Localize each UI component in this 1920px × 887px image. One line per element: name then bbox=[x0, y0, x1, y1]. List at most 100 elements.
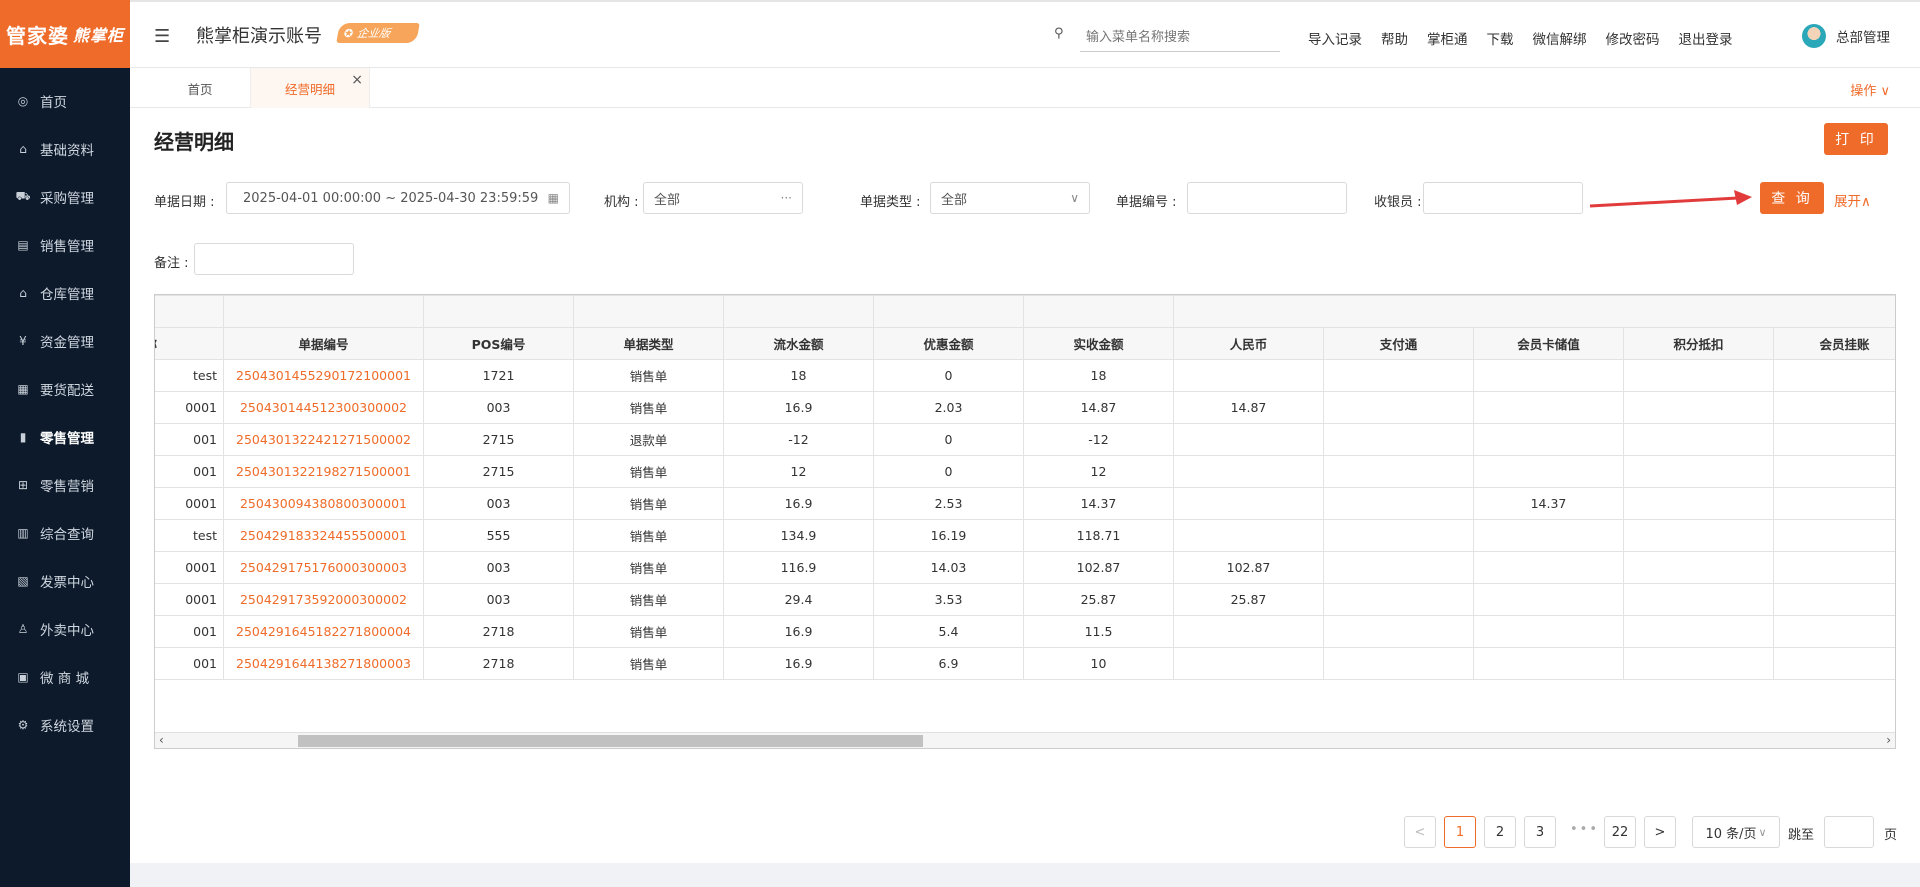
sidebar-item-label: 采购管理 bbox=[40, 191, 94, 207]
table-row[interactable]: 001 2504301322421271500002 2715 退款单 -12 0 -12 bbox=[155, 423, 1895, 456]
close-icon[interactable]: × bbox=[351, 72, 363, 88]
table-cell bbox=[1473, 455, 1624, 488]
pagination-ellipsis[interactable]: ••• bbox=[1570, 822, 1599, 837]
table-cell bbox=[1173, 615, 1324, 648]
column-header[interactable]: POS编号 bbox=[423, 327, 574, 360]
org-select[interactable]: 全部 ··· bbox=[643, 182, 803, 214]
user-menu[interactable]: 总部管理 bbox=[1802, 24, 1890, 48]
top-link-4[interactable]: 微信解绑 bbox=[1533, 28, 1587, 48]
more-icon[interactable]: ··· bbox=[781, 191, 792, 205]
search-icon[interactable]: ⚲ bbox=[1054, 26, 1064, 41]
sidebar-item-11[interactable]: ♙ 外卖中心 bbox=[0, 605, 130, 653]
page-size-select[interactable]: 10 条/页 ∨ bbox=[1692, 816, 1780, 848]
sidebar-item-12[interactable]: ▣ 微 商 城 bbox=[0, 653, 130, 701]
next-page-button[interactable]: > bbox=[1644, 816, 1676, 848]
table-cell: 25.87 bbox=[1173, 583, 1324, 616]
sidebar-item-10[interactable]: ▧ 发票中心 bbox=[0, 557, 130, 605]
column-header[interactable]: 支付通 bbox=[1323, 327, 1474, 360]
brand-main: 管家婆 bbox=[5, 23, 69, 48]
sidebar-item-0[interactable]: ◎ 首页 bbox=[0, 77, 130, 125]
sidebar-item-8[interactable]: ⊞ 零售营销 bbox=[0, 461, 130, 509]
column-header[interactable]: 单据类型 bbox=[573, 327, 724, 360]
column-header[interactable]: 流水金额 bbox=[723, 327, 874, 360]
top-link-1[interactable]: 帮助 bbox=[1381, 28, 1408, 48]
table-row[interactable]: test 250429183324455500001 555 销售单 134.9 16.1… bbox=[155, 519, 1895, 552]
table-cell bbox=[1772, 391, 1895, 424]
sidebar-item-3[interactable]: ▤ 销售管理 bbox=[0, 221, 130, 269]
scroll-thumb[interactable] bbox=[298, 735, 923, 747]
sidebar-item-7[interactable]: ▮ 零售管理 bbox=[0, 413, 130, 461]
bill-type-select[interactable]: 全部 ∨ bbox=[930, 182, 1090, 214]
scroll-left-icon[interactable]: ‹ bbox=[159, 733, 164, 747]
column-header[interactable]: 会员卡储值 bbox=[1473, 327, 1624, 360]
page-1-button[interactable]: 1 bbox=[1444, 816, 1476, 848]
table-cell bbox=[1323, 583, 1474, 616]
sidebar-item-4[interactable]: ⌂ 仓库管理 bbox=[0, 269, 130, 317]
column-header[interactable]: 单据编号 bbox=[223, 327, 424, 360]
top-link-2[interactable]: 掌柜通 bbox=[1427, 28, 1468, 48]
bill-no-link[interactable]: 250430094380800300001 bbox=[223, 487, 424, 520]
query-button[interactable]: 查 询 bbox=[1760, 182, 1824, 214]
page-2-button[interactable]: 2 bbox=[1484, 816, 1516, 848]
page-last-button[interactable]: 22 bbox=[1604, 816, 1636, 848]
column-header[interactable]: 积分抵扣 bbox=[1623, 327, 1774, 360]
column-header[interactable]: 会员挂账 bbox=[1772, 327, 1895, 360]
table-row[interactable]: 001 2504301322198271500001 2715 销售单 12 0 12 bbox=[155, 455, 1895, 488]
sidebar-item-label: 仓库管理 bbox=[40, 287, 94, 303]
sidebar-item-1[interactable]: ⌂ 基础资料 bbox=[0, 125, 130, 173]
sidebar-item-5[interactable]: ¥ 资金管理 bbox=[0, 317, 130, 365]
top-link-5[interactable]: 修改密码 bbox=[1606, 28, 1660, 48]
bill-no-link[interactable]: 250430144512300300002 bbox=[223, 391, 424, 424]
table-row[interactable]: test 2504301455290172100001 1721 销售单 18 0 18 bbox=[155, 359, 1895, 392]
print-button[interactable]: 打 印 bbox=[1824, 123, 1888, 155]
bill-no-link[interactable]: 2504291644138271800003 bbox=[223, 647, 424, 680]
table-row[interactable]: 0001 250429173592000300002 003 销售单 29.4 3.53 2… bbox=[155, 583, 1895, 616]
prev-page-button[interactable]: < bbox=[1404, 816, 1436, 848]
sidebar-item-13[interactable]: ⚙ 系统设置 bbox=[0, 701, 130, 749]
menu-search-input[interactable] bbox=[1080, 24, 1280, 52]
avatar[interactable] bbox=[1802, 24, 1826, 48]
cashier-input[interactable] bbox=[1423, 182, 1583, 214]
sidebar-item-6[interactable]: ▦ 要货配送 bbox=[0, 365, 130, 413]
tab-home[interactable]: 首页 bbox=[150, 68, 250, 108]
bill-no-link[interactable]: 2504301322421271500002 bbox=[223, 423, 424, 456]
sidebar-item-label: 基础资料 bbox=[40, 143, 94, 159]
table-row[interactable]: 001 2504291645182271800004 2718 销售单 16.9 5.4 1… bbox=[155, 615, 1895, 648]
table-row[interactable]: 0001 250430144512300300002 003 销售单 16.9 2.03 1… bbox=[155, 391, 1895, 424]
table-row[interactable]: 0001 250430094380800300001 003 销售单 16.9 2.53 1… bbox=[155, 487, 1895, 520]
top-link-3[interactable]: 下载 bbox=[1487, 28, 1514, 48]
expand-toggle[interactable]: 展开∧ bbox=[1834, 190, 1871, 210]
table-cell bbox=[1473, 615, 1624, 648]
top-link-6[interactable]: 退出登录 bbox=[1679, 28, 1733, 48]
menu-toggle-icon[interactable]: ☰ bbox=[154, 26, 170, 47]
horizontal-scrollbar[interactable]: ‹ › bbox=[155, 732, 1895, 748]
bill-no-link[interactable]: 250429183324455500001 bbox=[223, 519, 424, 552]
table-cell: 2718 bbox=[423, 615, 574, 648]
bill-no-input[interactable] bbox=[1187, 182, 1347, 214]
jump-page-input[interactable] bbox=[1824, 816, 1874, 848]
remark-input[interactable] bbox=[194, 243, 354, 275]
column-header[interactable]: 优惠金额 bbox=[873, 327, 1024, 360]
bill-no-link[interactable]: 2504301322198271500001 bbox=[223, 455, 424, 488]
column-header[interactable]: 实收金额 bbox=[1023, 327, 1174, 360]
column-header[interactable]: 名称 bbox=[155, 327, 224, 360]
column-header[interactable]: 人民币 bbox=[1173, 327, 1324, 360]
operations-menu[interactable]: 操作 ∨ bbox=[1850, 80, 1890, 99]
sidebar-item-label: 系统设置 bbox=[40, 719, 94, 735]
brand-logo[interactable]: 管家婆 熊掌柜 bbox=[0, 0, 130, 68]
tab-business-detail[interactable]: 经营明细 × bbox=[250, 68, 370, 108]
bill-no-link[interactable]: 2504301455290172100001 bbox=[223, 359, 424, 392]
sidebar-item-9[interactable]: ▥ 综合查询 bbox=[0, 509, 130, 557]
page-3-button[interactable]: 3 bbox=[1524, 816, 1556, 848]
date-range-field[interactable]: 2025-04-01 00:00:00 ~ 2025-04-30 23:59:5… bbox=[226, 182, 570, 214]
bill-no-link[interactable]: 2504291645182271800004 bbox=[223, 615, 424, 648]
scroll-right-icon[interactable]: › bbox=[1886, 733, 1891, 747]
top-link-0[interactable]: 导入记录 bbox=[1308, 28, 1362, 48]
table-cell: 14.03 bbox=[873, 551, 1024, 584]
table-row[interactable]: 0001 250429175176000300003 003 销售单 116.9 14.0… bbox=[155, 551, 1895, 584]
sidebar-item-2[interactable]: ⛟ 采购管理 bbox=[0, 173, 130, 221]
bill-no-link[interactable]: 250429175176000300003 bbox=[223, 551, 424, 584]
bill-no-link[interactable]: 250429173592000300002 bbox=[223, 583, 424, 616]
table-cell bbox=[1772, 647, 1895, 680]
table-row[interactable]: 001 2504291644138271800003 2718 销售单 16.9 6.9 1… bbox=[155, 647, 1895, 680]
